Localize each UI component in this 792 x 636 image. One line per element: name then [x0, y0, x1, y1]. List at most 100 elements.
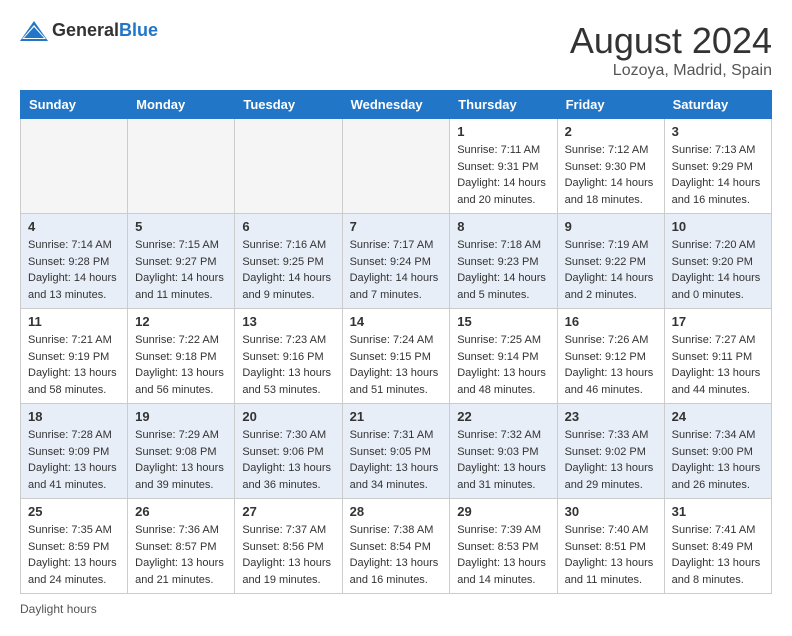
day-detail: Sunrise: 7:16 AMSunset: 9:25 PMDaylight:… [242, 237, 334, 303]
day-number: 13 [242, 314, 334, 329]
day-detail: Sunrise: 7:32 AMSunset: 9:03 PMDaylight:… [457, 427, 549, 493]
day-number: 12 [135, 314, 227, 329]
calendar-cell-5-5: 29 Sunrise: 7:39 AMSunset: 8:53 PMDayligh… [450, 499, 557, 594]
day-detail: Sunrise: 7:35 AMSunset: 8:59 PMDaylight:… [28, 522, 120, 588]
calendar-cell-2-2: 5 Sunrise: 7:15 AMSunset: 9:27 PMDaylight… [128, 214, 235, 309]
day-number: 15 [457, 314, 549, 329]
day-detail: Sunrise: 7:25 AMSunset: 9:14 PMDaylight:… [457, 332, 549, 398]
calendar-cell-2-6: 9 Sunrise: 7:19 AMSunset: 9:22 PMDaylight… [557, 214, 664, 309]
weekday-header-row: Sunday Monday Tuesday Wednesday Thursday… [21, 91, 772, 119]
calendar-cell-4-1: 18Sunrise: 7:28 AMSunset: 9:09 PMDayligh… [21, 404, 128, 499]
calendar-cell-3-7: 17Sunrise: 7:27 AMSunset: 9:11 PMDayligh… [664, 309, 771, 404]
day-detail: Sunrise: 7:36 AMSunset: 8:57 PMDaylight:… [135, 522, 227, 588]
day-number: 29 [457, 504, 549, 519]
day-detail: Sunrise: 7:18 AMSunset: 9:23 PMDaylight:… [457, 237, 549, 303]
day-number: 30 [565, 504, 657, 519]
day-number: 7 [350, 219, 443, 234]
week-row-2: 4 Sunrise: 7:14 AMSunset: 9:28 PMDaylight… [21, 214, 772, 309]
day-number: 24 [672, 409, 764, 424]
header-saturday: Saturday [664, 91, 771, 119]
day-number: 27 [242, 504, 334, 519]
day-detail: Sunrise: 7:11 AMSunset: 9:31 PMDaylight:… [457, 142, 549, 208]
day-number: 11 [28, 314, 120, 329]
calendar-cell-1-3 [235, 119, 342, 214]
day-detail: Sunrise: 7:14 AMSunset: 9:28 PMDaylight:… [28, 237, 120, 303]
day-detail: Sunrise: 7:33 AMSunset: 9:02 PMDaylight:… [565, 427, 657, 493]
day-number: 8 [457, 219, 549, 234]
day-detail: Sunrise: 7:19 AMSunset: 9:22 PMDaylight:… [565, 237, 657, 303]
day-number: 5 [135, 219, 227, 234]
day-detail: Sunrise: 7:20 AMSunset: 9:20 PMDaylight:… [672, 237, 764, 303]
day-detail: Sunrise: 7:21 AMSunset: 9:19 PMDaylight:… [28, 332, 120, 398]
week-row-4: 18Sunrise: 7:28 AMSunset: 9:09 PMDayligh… [21, 404, 772, 499]
day-detail: Sunrise: 7:37 AMSunset: 8:56 PMDaylight:… [242, 522, 334, 588]
location-subtitle: Lozoya, Madrid, Spain [570, 62, 772, 80]
calendar-cell-2-7: 10Sunrise: 7:20 AMSunset: 9:20 PMDayligh… [664, 214, 771, 309]
day-detail: Sunrise: 7:40 AMSunset: 8:51 PMDaylight:… [565, 522, 657, 588]
day-number: 6 [242, 219, 334, 234]
daylight-hours-label: Daylight hours [20, 602, 97, 616]
header-monday: Monday [128, 91, 235, 119]
header-friday: Friday [557, 91, 664, 119]
week-row-1: 1 Sunrise: 7:11 AMSunset: 9:31 PMDaylight… [21, 119, 772, 214]
day-detail: Sunrise: 7:12 AMSunset: 9:30 PMDaylight:… [565, 142, 657, 208]
calendar-cell-5-3: 27 Sunrise: 7:37 AMSunset: 8:56 PMDayligh… [235, 499, 342, 594]
calendar-cell-5-6: 30 Sunrise: 7:40 AMSunset: 8:51 PMDayligh… [557, 499, 664, 594]
day-number: 3 [672, 124, 764, 139]
day-detail: Sunrise: 7:41 AMSunset: 8:49 PMDaylight:… [672, 522, 764, 588]
calendar-cell-3-3: 13 Sunrise: 7:23 AMSunset: 9:16 PMDayligh… [235, 309, 342, 404]
calendar-cell-4-3: 20Sunrise: 7:30 AMSunset: 9:06 PMDayligh… [235, 404, 342, 499]
calendar-cell-1-4 [342, 119, 450, 214]
calendar-cell-1-6: 2 Sunrise: 7:12 AMSunset: 9:30 PMDaylight… [557, 119, 664, 214]
calendar-cell-2-5: 8 Sunrise: 7:18 AMSunset: 9:23 PMDaylight… [450, 214, 557, 309]
calendar-cell-4-5: 22 Sunrise: 7:32 AMSunset: 9:03 PMDayligh… [450, 404, 557, 499]
day-number: 2 [565, 124, 657, 139]
calendar-cell-4-4: 21Sunrise: 7:31 AMSunset: 9:05 PMDayligh… [342, 404, 450, 499]
calendar-cell-1-1 [21, 119, 128, 214]
day-detail: Sunrise: 7:24 AMSunset: 9:15 PMDaylight:… [350, 332, 443, 398]
day-detail: Sunrise: 7:13 AMSunset: 9:29 PMDaylight:… [672, 142, 764, 208]
day-number: 28 [350, 504, 443, 519]
day-number: 1 [457, 124, 549, 139]
day-number: 21 [350, 409, 443, 424]
calendar-cell-2-4: 7 Sunrise: 7:17 AMSunset: 9:24 PMDaylight… [342, 214, 450, 309]
header-wednesday: Wednesday [342, 91, 450, 119]
calendar-cell-1-7: 3 Sunrise: 7:13 AMSunset: 9:29 PMDaylight… [664, 119, 771, 214]
day-number: 18 [28, 409, 120, 424]
header-sunday: Sunday [21, 91, 128, 119]
day-detail: Sunrise: 7:39 AMSunset: 8:53 PMDaylight:… [457, 522, 549, 588]
calendar-cell-3-1: 11 Sunrise: 7:21 AMSunset: 9:19 PMDayligh… [21, 309, 128, 404]
day-detail: Sunrise: 7:34 AMSunset: 9:00 PMDaylight:… [672, 427, 764, 493]
logo-icon [20, 21, 48, 41]
day-detail: Sunrise: 7:15 AMSunset: 9:27 PMDaylight:… [135, 237, 227, 303]
logo-blue: Blue [119, 20, 158, 40]
day-number: 16 [565, 314, 657, 329]
day-number: 9 [565, 219, 657, 234]
day-number: 23 [565, 409, 657, 424]
header-thursday: Thursday [450, 91, 557, 119]
title-area: August 2024 Lozoya, Madrid, Spain [570, 20, 772, 80]
calendar-cell-2-3: 6 Sunrise: 7:16 AMSunset: 9:25 PMDaylight… [235, 214, 342, 309]
day-number: 22 [457, 409, 549, 424]
day-detail: Sunrise: 7:27 AMSunset: 9:11 PMDaylight:… [672, 332, 764, 398]
calendar-cell-5-7: 31 Sunrise: 7:41 AMSunset: 8:49 PMDayligh… [664, 499, 771, 594]
month-year-title: August 2024 [570, 20, 772, 62]
footer: Daylight hours [20, 602, 772, 616]
page-header: GeneralBlue August 2024 Lozoya, Madrid, … [20, 20, 772, 80]
calendar-cell-3-2: 12Sunrise: 7:22 AMSunset: 9:18 PMDayligh… [128, 309, 235, 404]
calendar-cell-3-6: 16 Sunrise: 7:26 AMSunset: 9:12 PMDayligh… [557, 309, 664, 404]
day-detail: Sunrise: 7:23 AMSunset: 9:16 PMDaylight:… [242, 332, 334, 398]
day-detail: Sunrise: 7:26 AMSunset: 9:12 PMDaylight:… [565, 332, 657, 398]
calendar-cell-4-7: 24 Sunrise: 7:34 AMSunset: 9:00 PMDayligh… [664, 404, 771, 499]
week-row-5: 25Sunrise: 7:35 AMSunset: 8:59 PMDayligh… [21, 499, 772, 594]
day-detail: Sunrise: 7:30 AMSunset: 9:06 PMDaylight:… [242, 427, 334, 493]
week-row-3: 11 Sunrise: 7:21 AMSunset: 9:19 PMDayligh… [21, 309, 772, 404]
day-number: 31 [672, 504, 764, 519]
day-detail: Sunrise: 7:17 AMSunset: 9:24 PMDaylight:… [350, 237, 443, 303]
calendar-cell-2-1: 4 Sunrise: 7:14 AMSunset: 9:28 PMDaylight… [21, 214, 128, 309]
calendar-cell-5-2: 26Sunrise: 7:36 AMSunset: 8:57 PMDayligh… [128, 499, 235, 594]
calendar-cell-5-1: 25Sunrise: 7:35 AMSunset: 8:59 PMDayligh… [21, 499, 128, 594]
day-number: 4 [28, 219, 120, 234]
day-number: 19 [135, 409, 227, 424]
calendar-cell-4-2: 19Sunrise: 7:29 AMSunset: 9:08 PMDayligh… [128, 404, 235, 499]
